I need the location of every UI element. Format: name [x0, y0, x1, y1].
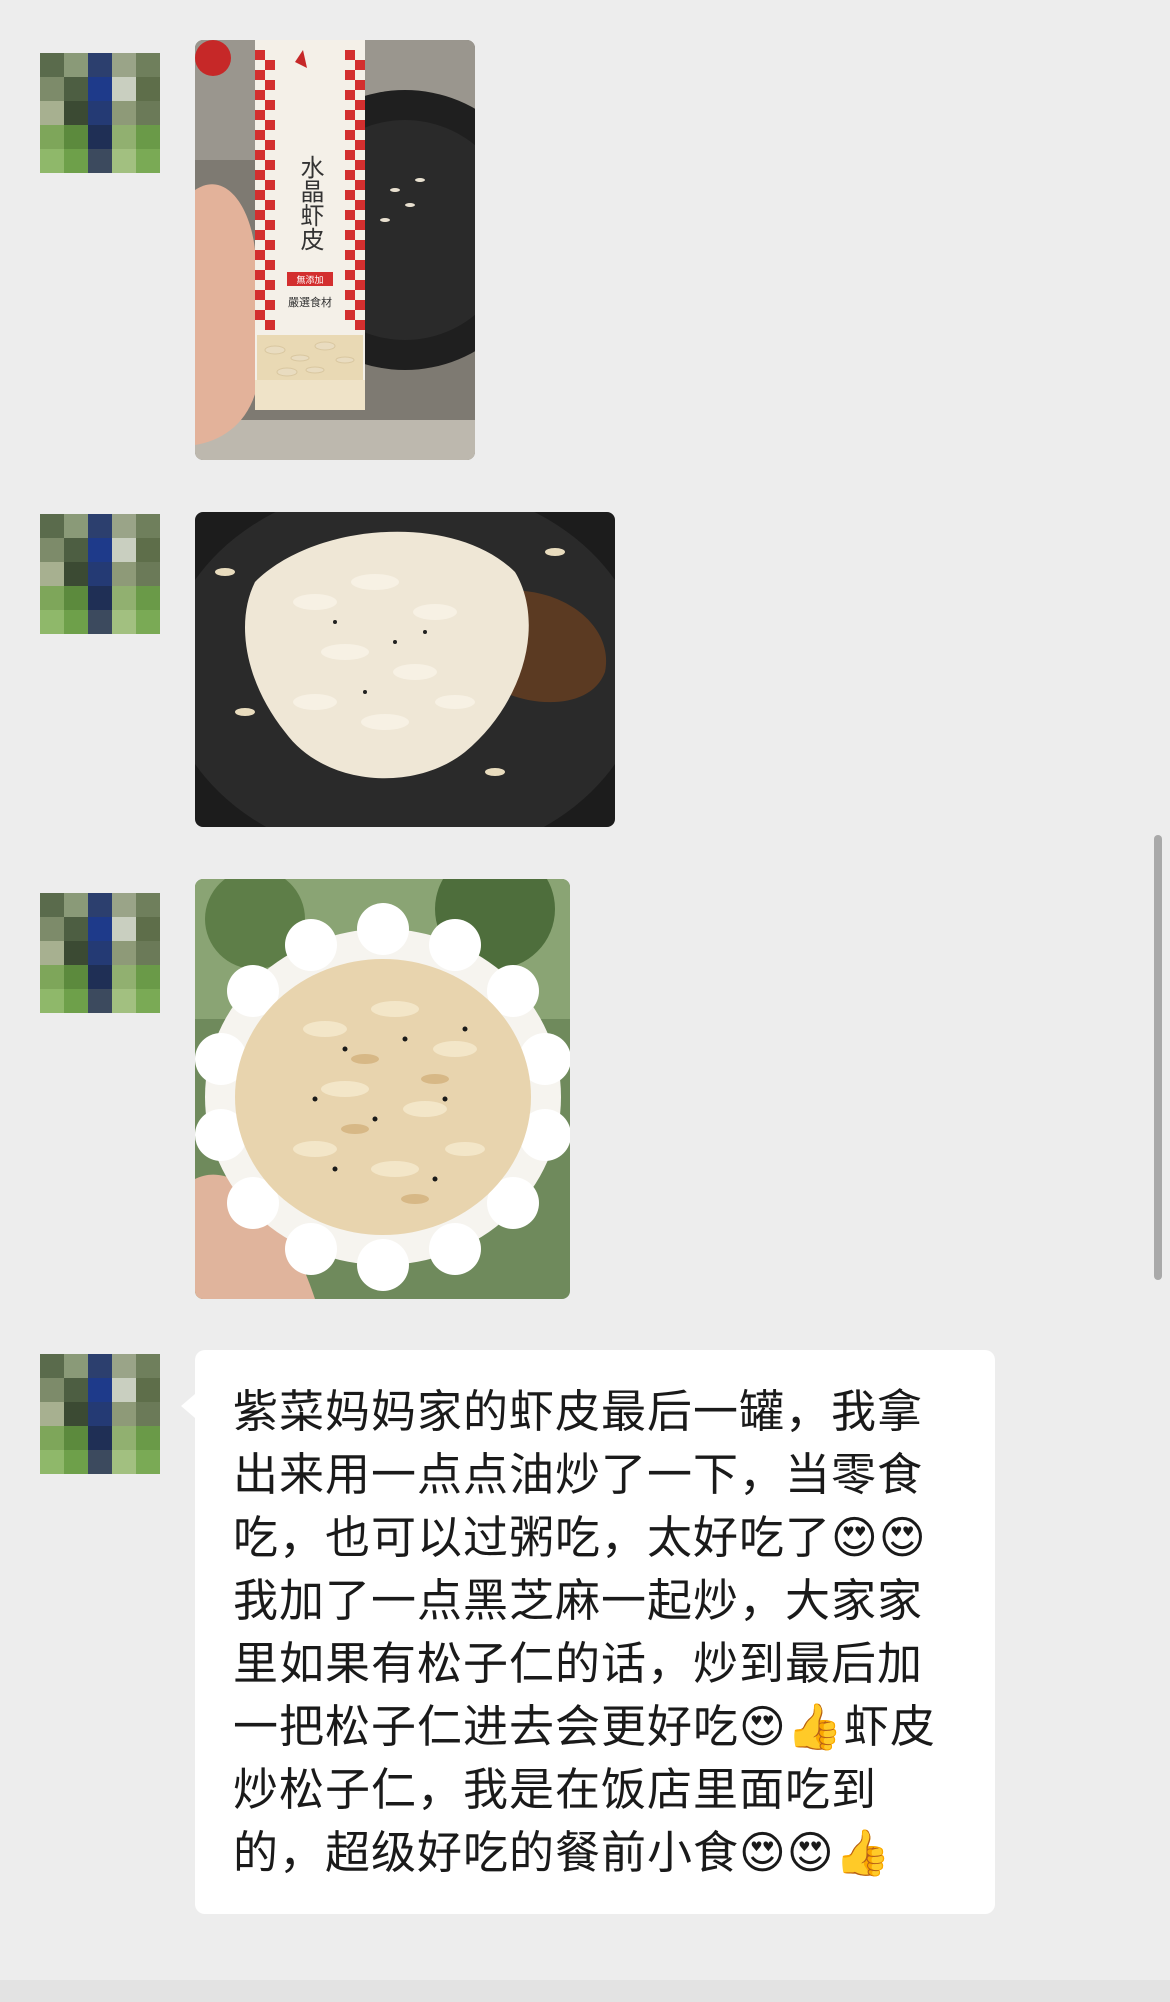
- jar-title-char-1: 水晶虾皮: [296, 155, 324, 251]
- bowl-photo[interactable]: [195, 879, 570, 1299]
- jar-badge: 無添加: [296, 274, 323, 286]
- chat-message-list[interactable]: 水晶虾皮 無添加 嚴選食材 紫菜妈妈家的虾皮最后一罐，我拿出来用一点点油炒了一下…: [0, 0, 1170, 2002]
- avatar[interactable]: [40, 514, 160, 634]
- jar-tag: 嚴選食材: [288, 295, 332, 309]
- message-text: 紫菜妈妈家的虾皮最后一罐，我拿出来用一点点油炒了一下，当零食吃，也可以过粥吃，太…: [233, 1385, 936, 1879]
- avatar[interactable]: [40, 893, 160, 1013]
- bottom-edge: [0, 1980, 1170, 2002]
- avatar[interactable]: [40, 1354, 160, 1474]
- scrollbar[interactable]: [1154, 835, 1162, 1280]
- avatar[interactable]: [40, 53, 160, 173]
- text-message-bubble[interactable]: 紫菜妈妈家的虾皮最后一罐，我拿出来用一点点油炒了一下，当零食吃，也可以过粥吃，太…: [181, 1350, 995, 1914]
- wok-photo[interactable]: [195, 512, 615, 827]
- jar-photo[interactable]: 水晶虾皮 無添加 嚴選食材: [195, 40, 475, 460]
